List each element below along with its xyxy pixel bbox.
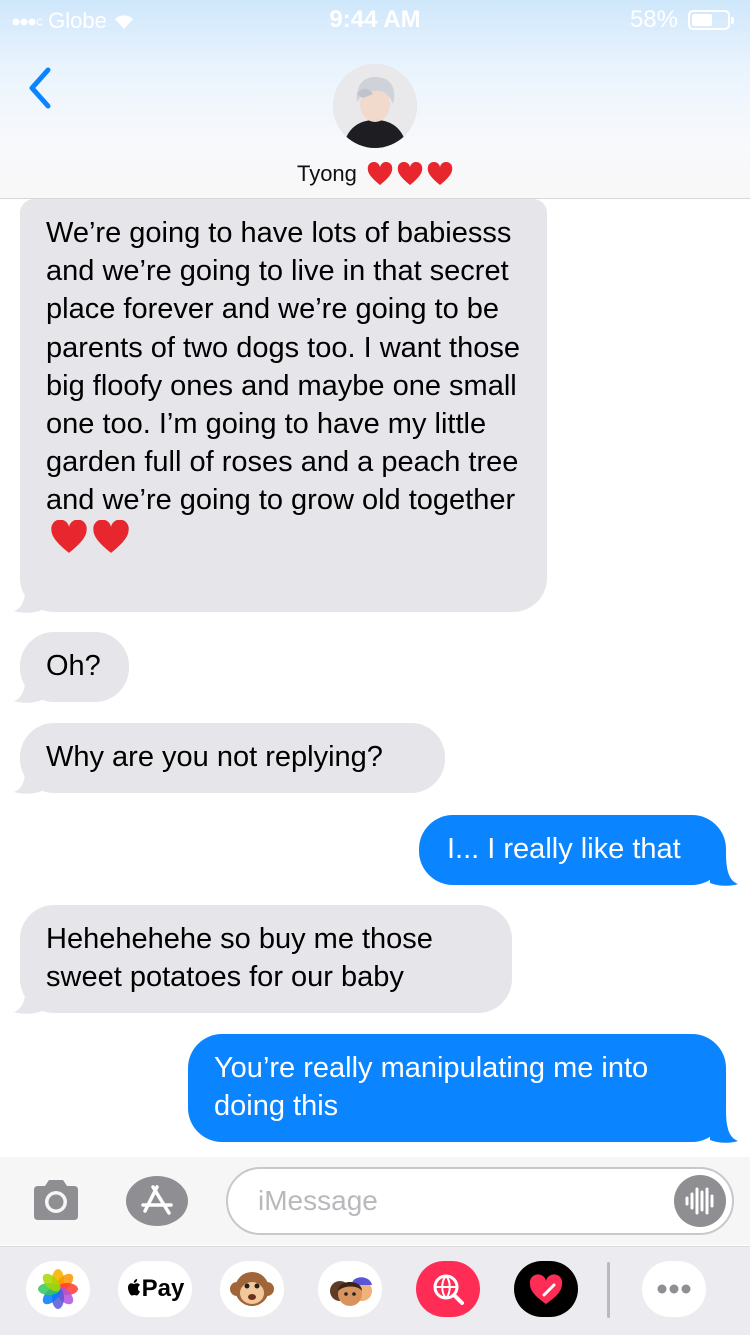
message-thread[interactable]: We’re going to have lots of babiesss and… [0, 199, 750, 1157]
message-text: Oh? [46, 650, 101, 682]
photos-icon [38, 1269, 78, 1309]
bubble-tail [14, 670, 42, 703]
digital-touch-button[interactable] [514, 1261, 578, 1317]
message-text: You’re really manipulating me into doing… [214, 1052, 649, 1123]
battery-percent: 58% [629, 6, 678, 33]
contact-title[interactable]: Tyong [0, 160, 750, 187]
more-icon [657, 1284, 691, 1294]
camera-icon [34, 1180, 78, 1220]
web-search-button[interactable] [416, 1261, 480, 1317]
chevron-left-icon [29, 67, 51, 109]
contact-name: Tyong [296, 161, 357, 187]
avatar-photo [333, 64, 417, 148]
battery-icon [688, 10, 734, 30]
memoji-stickers-icon [330, 1277, 372, 1306]
apple-logo-icon [127, 1279, 140, 1296]
status-bar: Globe 9:44 AM 58% [0, 0, 750, 40]
red-heart-icon [397, 162, 423, 186]
bubble-tail [14, 580, 42, 613]
message-bubble-received[interactable]: Hehehehehe so buy me those sweet potatoe… [20, 905, 512, 1013]
drawer-divider [607, 1262, 610, 1318]
camera-button[interactable] [30, 1176, 82, 1224]
monkey-animoji-icon [230, 1272, 274, 1306]
app-store-button[interactable] [125, 1175, 189, 1227]
contact-avatar[interactable] [333, 64, 417, 148]
bubble-tail [710, 1110, 738, 1143]
conversation-header: Globe 9:44 AM 58% Tyong [0, 0, 750, 199]
message-text: Why are you not replying? [46, 741, 383, 773]
red-heart-icon [367, 162, 393, 186]
memoji-stickers-button[interactable] [318, 1261, 382, 1317]
digital-touch-icon [514, 1261, 578, 1317]
red-heart-icon [51, 519, 87, 553]
more-apps-button[interactable] [642, 1261, 706, 1317]
web-search-icon [416, 1261, 480, 1317]
message-input[interactable]: iMessage [226, 1167, 734, 1235]
apple-pay-label: Pay [118, 1275, 192, 1303]
bubble-tail [14, 981, 42, 1014]
bubble-tail [14, 761, 42, 794]
message-text: We’re going to have lots of babiesss and… [46, 217, 520, 517]
apple-pay-button[interactable]: Pay [118, 1261, 192, 1317]
message-text: I... I really like that [447, 833, 681, 865]
message-bubble-sent[interactable]: I... I really like that [419, 815, 726, 885]
red-heart-icon [427, 162, 453, 186]
audio-record-button[interactable] [674, 1175, 726, 1227]
message-bubble-sent[interactable]: You’re really manipulating me into doing… [188, 1034, 726, 1142]
animoji-button[interactable] [220, 1261, 284, 1317]
photos-app-button[interactable] [26, 1261, 90, 1317]
app-store-icon [126, 1176, 188, 1226]
message-placeholder: iMessage [258, 1185, 378, 1216]
red-heart-icon [93, 519, 129, 553]
message-bubble-received[interactable]: We’re going to have lots of babiesss and… [20, 199, 547, 612]
message-text: Hehehehehe so buy me those sweet potatoe… [46, 923, 433, 994]
back-button[interactable] [22, 64, 62, 112]
bubble-tail [710, 853, 738, 886]
apple-pay-text: Pay [141, 1275, 185, 1302]
message-bubble-received[interactable]: Why are you not replying? [20, 723, 445, 793]
audio-waveform-icon [685, 1187, 714, 1215]
